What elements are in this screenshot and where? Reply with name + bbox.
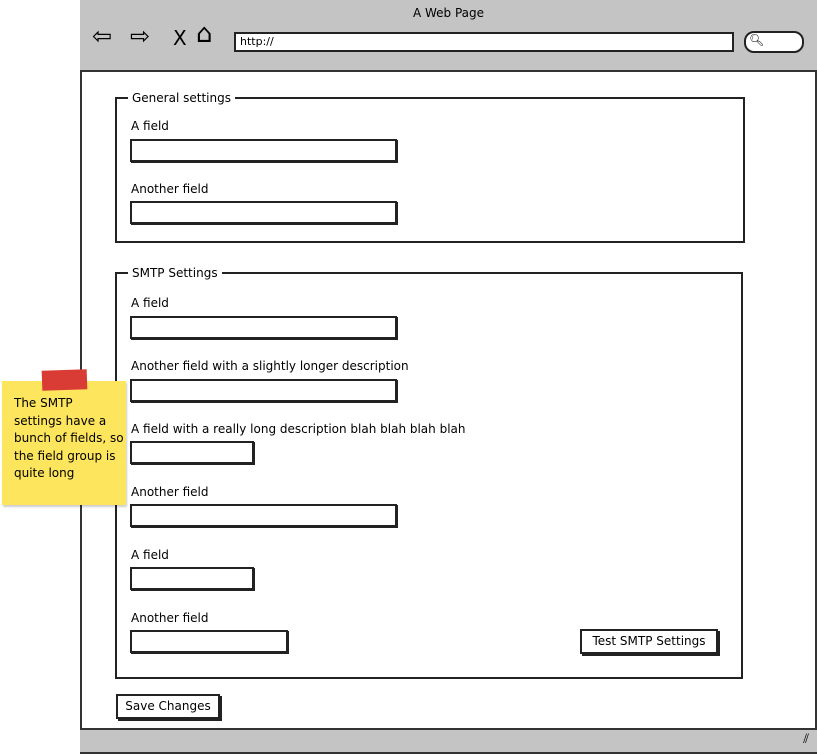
search-icon: 🔍︎: [749, 33, 765, 47]
tape-decoration: [41, 369, 88, 391]
general-field-2-input[interactable]: [130, 201, 397, 224]
smtp-field-6-input[interactable]: [130, 630, 288, 653]
resize-grip-icon[interactable]: ⫽: [803, 732, 809, 747]
window-title: A Web Page: [412, 6, 485, 20]
field-label: Another field with a slightly longer des…: [131, 359, 409, 373]
field-label: A field: [131, 548, 169, 562]
sticky-note-text: The SMTP settings have a bunch of fields…: [14, 396, 124, 480]
field-label: Another field: [131, 182, 209, 196]
home-icon[interactable]: ⌂: [196, 21, 213, 47]
general-settings-legend: General settings: [132, 91, 231, 105]
smtp-field-4-input[interactable]: [130, 504, 397, 527]
smtp-field-3-input[interactable]: [130, 441, 254, 464]
general-field-1-input[interactable]: [130, 139, 397, 162]
smtp-settings-legend: SMTP Settings: [132, 266, 218, 280]
back-arrow-icon[interactable]: ⇦: [92, 24, 112, 48]
smtp-field-2-input[interactable]: [130, 379, 397, 402]
field-label: A field: [131, 296, 169, 310]
field-label: A field with a really long description b…: [131, 422, 466, 436]
field-label: Another field: [131, 611, 209, 625]
url-input[interactable]: http://: [234, 32, 734, 52]
search-input[interactable]: 🔍︎: [744, 31, 804, 53]
status-bar: ⫽: [80, 728, 817, 752]
save-changes-button[interactable]: Save Changes: [116, 694, 220, 719]
close-x-icon[interactable]: X: [173, 26, 187, 50]
browser-toolbar: A Web Page ⇦ ⇨ X ⌂ http:// 🔍︎: [80, 0, 817, 72]
field-label: Another field: [131, 485, 209, 499]
smtp-field-5-input[interactable]: [130, 567, 254, 590]
test-smtp-button[interactable]: Test SMTP Settings: [580, 629, 718, 654]
field-label: A field: [131, 119, 169, 133]
smtp-field-1-input[interactable]: [130, 316, 397, 339]
forward-arrow-icon[interactable]: ⇨: [130, 24, 150, 48]
